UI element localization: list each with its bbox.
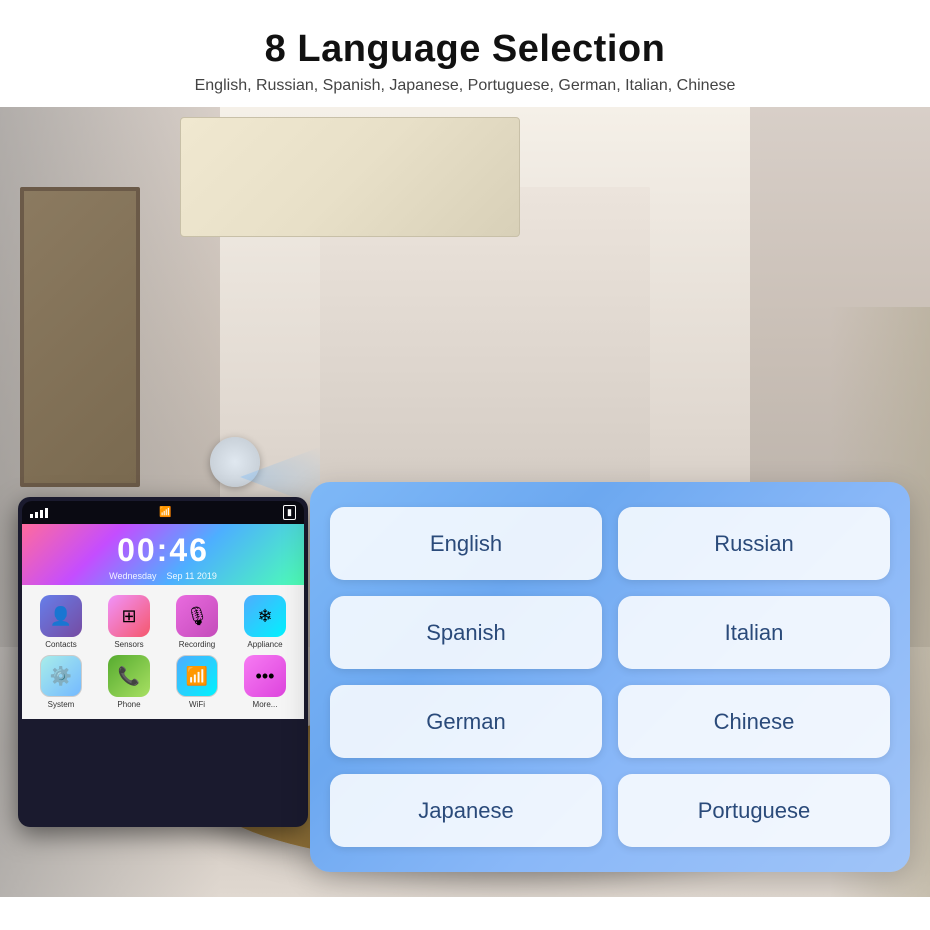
phone-icon: 📞 [108,655,150,697]
phone-mockup: 📶 ▮ 00:46 Wednesday Sep 11 2019 👤 Contac… [18,497,308,827]
phone-screen: 📶 ▮ 00:46 Wednesday Sep 11 2019 👤 Contac… [22,501,304,823]
signal-icon [30,508,48,518]
page-header: 8 Language Selection English, Russian, S… [0,0,930,107]
scene: 📶 ▮ 00:46 Wednesday Sep 11 2019 👤 Contac… [0,107,930,897]
lang-button-italian[interactable]: Italian [618,596,890,669]
phone-time-section: 00:46 Wednesday Sep 11 2019 [22,524,304,585]
contacts-icon: 👤 [40,595,82,637]
lang-button-japanese[interactable]: Japanese [330,774,602,847]
lang-button-chinese[interactable]: Chinese [618,685,890,758]
lang-button-spanish[interactable]: Spanish [330,596,602,669]
lang-button-portuguese[interactable]: Portuguese [618,774,890,847]
phone-date: Wednesday Sep 11 2019 [30,571,296,581]
more-icon: ••• [244,655,286,697]
phone-status-bar: 📶 ▮ [22,501,304,524]
language-selection-panel: English Russian Spanish Italian German C… [310,482,910,872]
lang-button-german[interactable]: German [330,685,602,758]
app-grid: 👤 Contacts ⊞ Sensors 🎙 Recording ❄ Appli… [22,585,304,719]
app-phone[interactable]: 📞 Phone [98,655,160,709]
lang-button-english[interactable]: English [330,507,602,580]
battery-icon: ▮ [283,505,296,520]
recording-icon: 🎙 [176,595,218,637]
app-system[interactable]: ⚙️ System [30,655,92,709]
phone-clock: 00:46 [30,532,296,569]
app-more[interactable]: ••• More... [234,655,296,709]
app-recording[interactable]: 🎙 Recording [166,595,228,649]
page-title: 8 Language Selection [20,28,910,71]
system-icon: ⚙️ [40,655,82,697]
page-subtitle: English, Russian, Spanish, Japanese, Por… [20,77,910,95]
door-frame [20,187,140,487]
appliance-icon: ❄ [244,595,286,637]
app-sensors[interactable]: ⊞ Sensors [98,595,160,649]
app-wifi[interactable]: 📶 WiFi [166,655,228,709]
app-contacts[interactable]: 👤 Contacts [30,595,92,649]
wifi-icon: 📶 [159,507,171,518]
sensors-icon: ⊞ [108,595,150,637]
ceiling-light-panel [180,117,520,237]
lang-button-russian[interactable]: Russian [618,507,890,580]
wifi-app-icon: 📶 [176,655,218,697]
app-appliance[interactable]: ❄ Appliance [234,595,296,649]
